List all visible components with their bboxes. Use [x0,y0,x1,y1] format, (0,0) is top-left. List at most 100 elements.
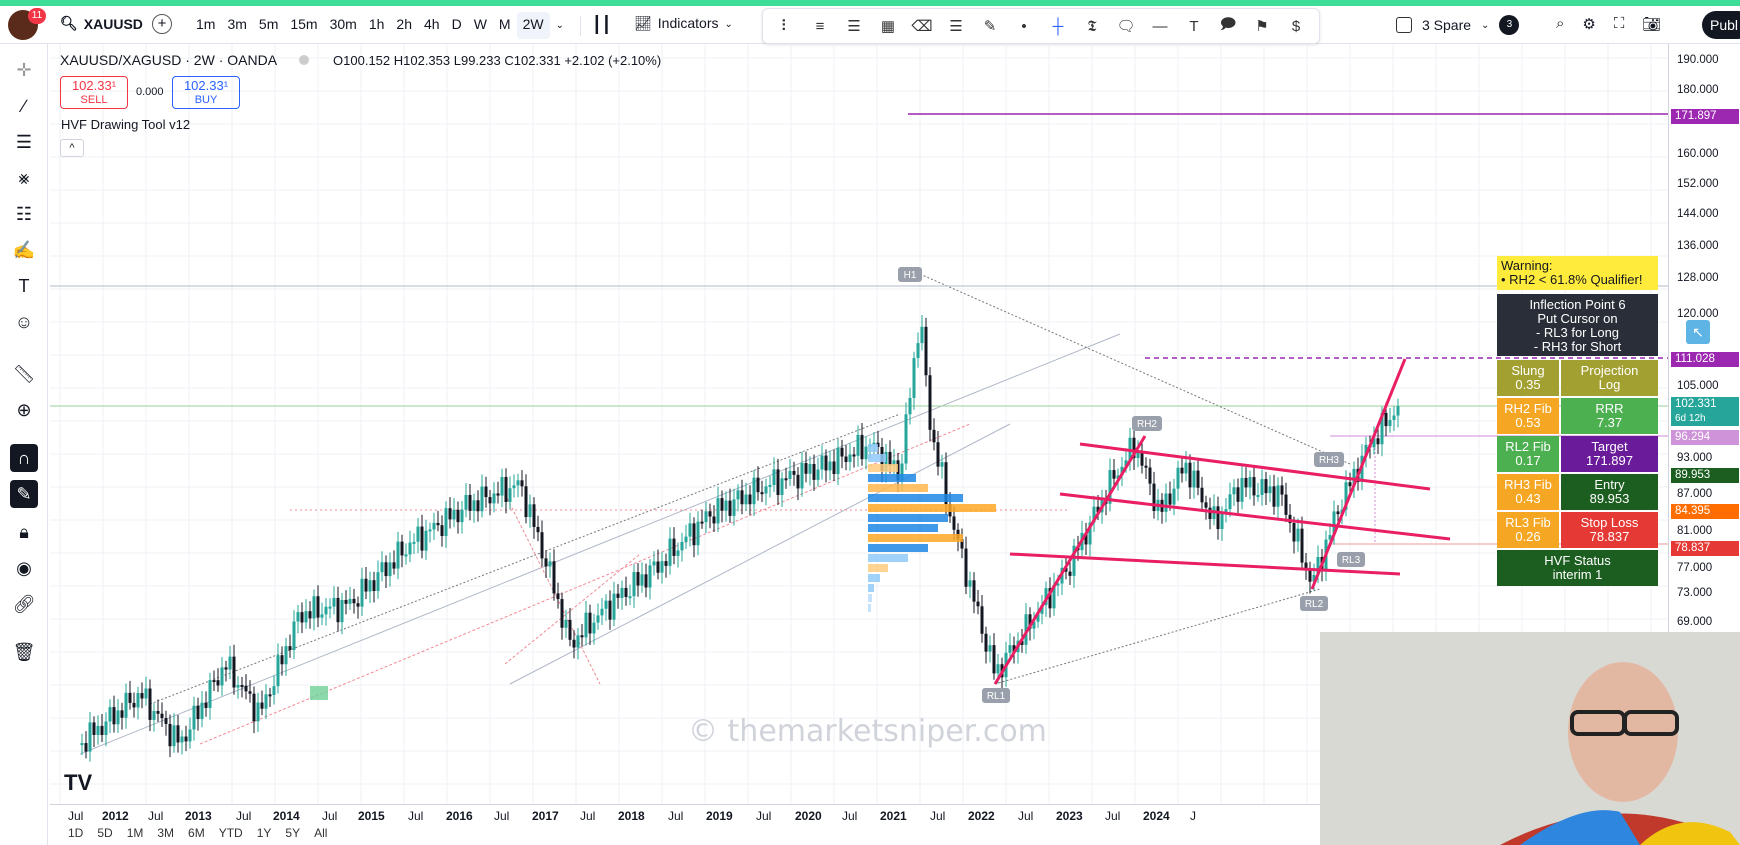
candle-body [328,606,332,609]
candle-body [476,500,480,512]
warning-title: Warning: [1501,258,1553,273]
range-1d[interactable]: 1D [68,826,83,845]
prediction-icon[interactable]: ☷ [10,200,38,228]
candle-body [664,561,668,566]
layout-selector[interactable]: 3 Spare ⌄ 3 [1396,15,1520,35]
link-icon[interactable]: 🔗︎ [10,590,38,618]
camera-icon[interactable]: 📷︎ [1642,15,1661,33]
interval-5m[interactable]: 5m [253,12,284,39]
settings-gear-icon[interactable]: ⚙ [1582,15,1595,33]
candle-body [512,485,516,489]
volume-profile-bar [868,444,878,452]
interval-m[interactable]: M [493,12,517,39]
candle-body [856,434,860,456]
interval-1h[interactable]: 1h [363,12,391,39]
trendline-icon[interactable]: ∕ [10,92,38,120]
hide-eye-icon[interactable]: ◉ [10,554,38,582]
crosshair-icon[interactable]: ✛ [10,56,38,84]
candle-body [632,572,636,597]
candles-icon[interactable]: ┃┃ [592,15,611,35]
brush-icon[interactable]: ✎ [979,17,1001,35]
sell-button[interactable]: 102.33¹ SELL [60,76,128,109]
range-ytd[interactable]: YTD [219,826,243,845]
compare-symbol-button[interactable]: + [152,14,172,34]
buy-button[interactable]: 102.33¹ BUY [172,76,240,109]
text-box-icon[interactable]: 𝕿 [1081,18,1103,35]
fib-retracement-icon[interactable]: ☰ [843,17,865,35]
candle-body [312,596,316,619]
lock-icon[interactable]: 🔒︎ [10,518,38,546]
candle-body [696,521,700,546]
chevron-down-icon: ⌄ [724,19,733,30]
price-tick: 128.000 [1677,272,1719,284]
interval-4h[interactable]: 4h [418,12,446,39]
range-5y[interactable]: 5Y [285,826,300,845]
study-name[interactable]: HVF Drawing Tool v12 [61,117,190,132]
time-tick: Jul [580,809,596,823]
interval-w[interactable]: W [468,12,493,39]
range-1m[interactable]: 1M [127,826,144,845]
text-tool-icon[interactable]: T [10,272,38,300]
flag-icon[interactable]: ⚑ [1251,17,1273,35]
symbol-search[interactable]: 🔍︎ XAUUSD [60,15,143,32]
indicators-button[interactable]: 📈︎ Indicators ⌄ [634,15,733,32]
price-label-icon[interactable]: $ [1285,18,1307,35]
callout-icon[interactable]: 🗨︎ [1115,17,1137,35]
range-3m[interactable]: 3M [157,826,174,845]
interval-d[interactable]: D [446,12,468,39]
left-drawing-toolbar: ✛ ∕ ☰ ⨳ ☷ ✍ T ☺ 📏︎ ⊕ ∩ ✎ 🔒︎ ◉ 🔗︎ 🗑︎ [0,44,48,845]
dot-icon[interactable]: • [1013,18,1035,35]
crosshair-icon[interactable]: ┼ [1047,18,1069,35]
zoom-in-icon[interactable]: ⊕ [10,396,38,424]
candle-body [288,646,292,650]
patterns-icon[interactable]: ⨳ [10,164,38,192]
trash-icon[interactable]: 🗑︎ [10,638,38,666]
candle-body [760,492,764,495]
ruler-icon[interactable]: 📏︎ [10,360,38,388]
volume-profile-bar [868,474,916,482]
collapse-legend-button[interactable]: ^ [60,139,84,157]
brush-icon[interactable]: ✍ [10,236,38,264]
interval-1m[interactable]: 1m [190,12,221,39]
interval-15m[interactable]: 15m [284,12,323,39]
range-6m[interactable]: 6M [188,826,205,845]
ray-icon[interactable]: — [1149,18,1171,35]
quick-search-icon[interactable]: ⌕ [1556,15,1564,33]
text-icon[interactable]: T [1183,18,1205,35]
range-1y[interactable]: 1Y [257,826,272,845]
emoji-icon[interactable]: ☺ [10,308,38,336]
publish-button[interactable]: Publ [1702,11,1740,39]
cursor-select-icon[interactable]: ↖ [1686,320,1710,344]
projection-price-tag: 111.028 [1671,352,1739,367]
horizontal-lines-icon[interactable]: ☰ [945,17,967,35]
interval-2h[interactable]: 2h [390,12,418,39]
interval-30m[interactable]: 30m [324,12,363,39]
candle-body [864,446,868,460]
symbol-title[interactable]: XAUUSD/XAGUSD · 2W · OANDA [60,52,277,68]
grid-icon[interactable]: ▦ [877,17,899,35]
fullscreen-icon[interactable]: ⛶ [1614,15,1625,33]
time-tick: Jul [842,809,858,823]
eraser-icon[interactable]: ⌫ [911,17,933,35]
candle-body [124,692,128,718]
bar-countdown: 6d 12h [1671,411,1739,426]
stay-drawing-icon[interactable]: ✎ [10,480,38,508]
chevron-down-icon[interactable]: ⌄ [550,12,570,39]
candle-body [1280,485,1284,495]
fib-tools-icon[interactable]: ☰ [10,128,38,156]
range-all[interactable]: All [314,826,327,845]
candle-body [584,612,588,638]
magnet-icon[interactable]: ∩ [10,444,38,472]
candle-body [496,493,500,496]
drag-handle-icon[interactable]: ⠇ [775,17,797,35]
parallel-channel-icon[interactable]: ≡ [809,18,831,35]
interval-2w[interactable]: 2W [516,12,550,39]
volume-profile-bar [868,604,871,612]
range-5d[interactable]: 5D [97,826,112,845]
candle-body [552,561,556,594]
comment-icon[interactable]: 🗩︎ [1217,14,1239,39]
toolbar-right-actions: ⌕ ⚙ ⛶ 📷︎ [1556,15,1661,33]
candle-body [264,694,268,709]
interval-3m[interactable]: 3m [221,12,252,39]
indicators-label: Indicators [657,15,719,31]
